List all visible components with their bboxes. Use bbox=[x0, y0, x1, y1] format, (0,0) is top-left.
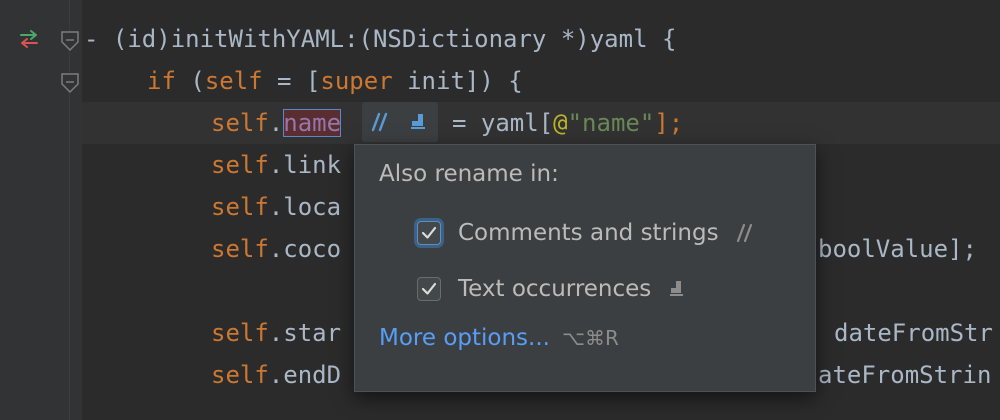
code-token: ateFromStrin bbox=[818, 361, 992, 389]
code-token: = [ bbox=[262, 67, 321, 95]
code-token: .link bbox=[268, 151, 342, 179]
code-token: @ bbox=[553, 109, 568, 137]
name-line[interactable]: self.name bbox=[211, 102, 342, 144]
popup-title: Also rename in: bbox=[379, 161, 559, 187]
code-token: .endD bbox=[268, 361, 342, 389]
coco-line-tail[interactable]: boolValue]; bbox=[818, 228, 977, 270]
code-token: .loca bbox=[268, 193, 342, 221]
code-token: if bbox=[147, 67, 176, 95]
code-token: ]; bbox=[654, 109, 684, 137]
code-token: self bbox=[211, 319, 269, 347]
star-line-tail[interactable]: dateFromStr bbox=[834, 312, 993, 354]
code-token: self bbox=[211, 361, 269, 389]
code-token: self bbox=[211, 193, 269, 221]
code-token: self bbox=[211, 151, 269, 179]
code-token: super bbox=[320, 67, 393, 95]
option-comments-strings[interactable]: Comments and strings bbox=[417, 215, 759, 251]
method-signature[interactable]: - (id)initWithYAML:(NSDictionary *)yaml … bbox=[84, 18, 676, 60]
code-token: self bbox=[204, 67, 263, 95]
code-token: - (id)initWithYAML:( bbox=[84, 25, 373, 53]
comments-strings-icon[interactable] bbox=[370, 111, 394, 133]
code-token: boolValue]; bbox=[818, 235, 977, 263]
code-token: "name" bbox=[567, 109, 655, 137]
code-token: self bbox=[211, 109, 269, 137]
code-token: .coco bbox=[268, 235, 342, 263]
option-label: Comments and strings bbox=[458, 220, 719, 246]
text-occurrences-icon bbox=[667, 278, 687, 300]
link-line[interactable]: self.link bbox=[211, 144, 341, 186]
option-label: Text occurrences bbox=[458, 276, 652, 302]
code-token: init]) { bbox=[392, 67, 523, 95]
endd-line-tail[interactable]: ateFromStrin bbox=[818, 354, 991, 396]
code-token: ( bbox=[175, 67, 205, 95]
rename-options-popup: Also rename in: Comments and strings Tex… bbox=[354, 144, 816, 392]
text-occurrences-icon[interactable] bbox=[408, 111, 430, 133]
renamed-identifier[interactable]: name bbox=[283, 109, 342, 137]
name-assignment-rhs[interactable]: = yaml[@"name"]; bbox=[452, 102, 683, 144]
checkmark-icon bbox=[421, 226, 437, 239]
loca-line[interactable]: self.loca bbox=[211, 186, 341, 228]
shortcut-hint: ⌥⌘R bbox=[561, 326, 619, 350]
text-occurrences-checkbox[interactable] bbox=[417, 277, 441, 301]
coco-line[interactable]: self.coco bbox=[211, 228, 341, 270]
option-text-occurrences[interactable]: Text occurrences bbox=[417, 271, 687, 307]
code-token: = yaml[ bbox=[452, 109, 554, 137]
star-line[interactable]: self.star bbox=[211, 312, 341, 354]
code-token: NSDictionary bbox=[372, 25, 547, 53]
endd-line[interactable]: self.endD bbox=[211, 354, 341, 396]
code-token: . bbox=[268, 109, 284, 137]
checkmark-icon bbox=[421, 282, 437, 295]
if-line[interactable]: if (self = [super init]) { bbox=[147, 60, 523, 102]
comments-strings-checkbox[interactable] bbox=[417, 221, 441, 245]
rename-hints[interactable] bbox=[362, 102, 438, 142]
more-options-link[interactable]: More options... bbox=[379, 325, 550, 351]
code-token: *)yaml { bbox=[546, 25, 677, 53]
code-token: dateFromStr bbox=[834, 319, 993, 347]
comments-strings-icon bbox=[735, 222, 759, 244]
more-options-row: More options... ⌥⌘R bbox=[379, 325, 619, 351]
code-token: self bbox=[211, 235, 269, 263]
code-token: .star bbox=[268, 319, 342, 347]
